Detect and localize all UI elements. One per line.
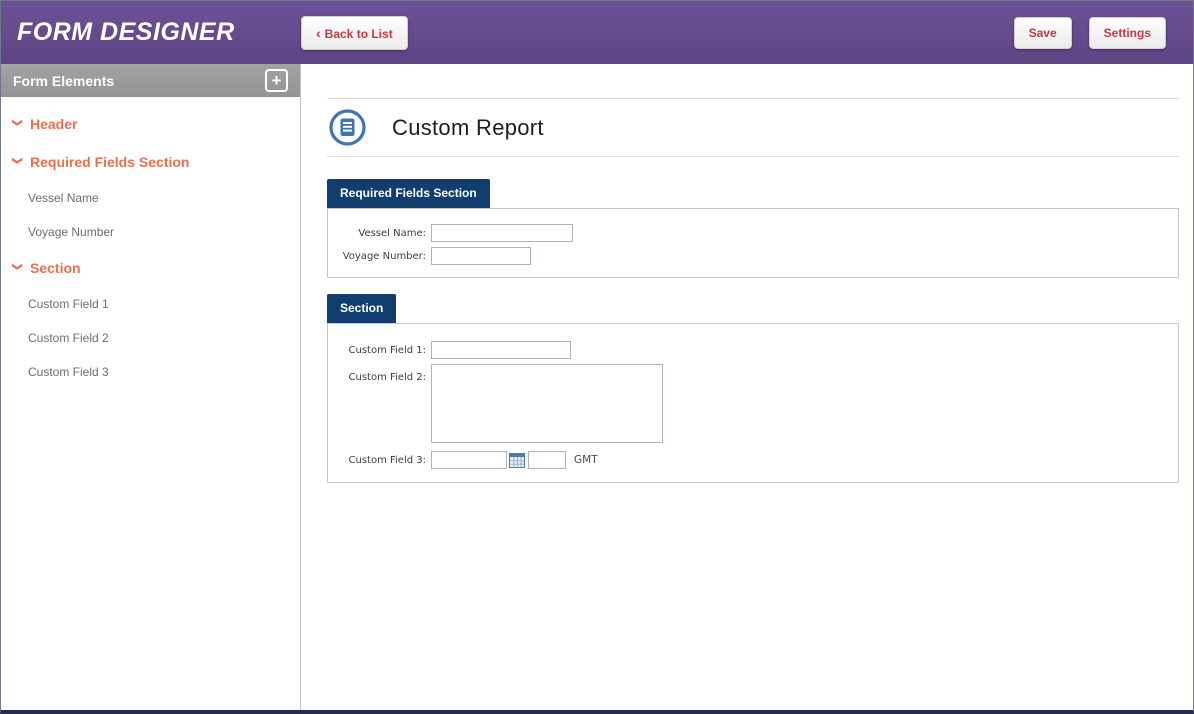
tree-item-custom-field-1[interactable]: Custom Field 1 <box>1 287 300 321</box>
app-window: FORM DESIGNER ‹ Back to List Save Setting… <box>0 0 1194 714</box>
save-button[interactable]: Save <box>1014 17 1072 49</box>
section-panel-required-fields: Vessel Name: Voyage Number: <box>327 208 1179 278</box>
chevron-down-icon: ❯ <box>12 118 23 130</box>
section-tab-required-fields[interactable]: Required Fields Section <box>327 179 490 208</box>
form-section-required-fields: Required Fields Section Vessel Name: Voy… <box>327 179 1179 278</box>
topbar: FORM DESIGNER ‹ Back to List Save Setting… <box>1 1 1193 64</box>
custom-field-1-label: Custom Field 1: <box>340 345 426 356</box>
vessel-name-input[interactable] <box>431 224 573 242</box>
custom-field-2-label: Custom Field 2: <box>340 364 426 383</box>
section-tab-custom[interactable]: Section <box>327 294 396 323</box>
custom-field-3-date-input[interactable] <box>431 451 507 469</box>
settings-button[interactable]: Settings <box>1089 17 1166 49</box>
tree-group-required-fields-section[interactable]: ❯ Required Fields Section <box>1 143 300 181</box>
custom-field-3-label: Custom Field 3: <box>340 455 426 466</box>
custom-field-2-textarea[interactable] <box>431 364 663 443</box>
field-row-custom-field-1: Custom Field 1: <box>340 341 1166 359</box>
tree-item-custom-field-2[interactable]: Custom Field 2 <box>1 321 300 355</box>
field-row-custom-field-2: Custom Field 2: <box>340 364 1166 443</box>
tree-item-custom-field-3[interactable]: Custom Field 3 <box>1 355 300 389</box>
plus-icon: + <box>272 71 282 90</box>
vessel-name-label: Vessel Name: <box>340 228 426 239</box>
tree-group-section[interactable]: ❯ Section <box>1 249 300 287</box>
section-panel-custom: Custom Field 1: Custom Field 2: Custom F… <box>327 323 1179 483</box>
report-header: Custom Report <box>327 98 1179 157</box>
custom-field-3-time-input[interactable] <box>528 451 566 469</box>
back-to-list-button[interactable]: ‹ Back to List <box>301 16 408 50</box>
voyage-number-input[interactable] <box>431 247 531 265</box>
tree-group-header[interactable]: ❯ Header <box>1 105 300 143</box>
content-area: Form Elements + ❯ Header ❯ Required Fiel… <box>1 64 1193 710</box>
tree-group-label: Required Fields Section <box>30 154 189 170</box>
chevron-down-icon: ❯ <box>12 156 23 168</box>
chevron-left-icon: ‹ <box>316 25 321 41</box>
sidebar: Form Elements + ❯ Header ❯ Required Fiel… <box>1 64 301 710</box>
topbar-actions: Save Settings <box>1014 17 1193 49</box>
timezone-suffix-label: GMT <box>574 454 598 466</box>
form-section-custom: Section Custom Field 1: Custom Field 2: … <box>327 294 1179 483</box>
tree-group-label: Section <box>30 260 81 276</box>
report-document-icon <box>329 109 366 146</box>
tree-item-vessel-name[interactable]: Vessel Name <box>1 181 300 215</box>
field-row-voyage-number: Voyage Number: <box>340 247 1166 265</box>
field-row-vessel-name: Vessel Name: <box>340 224 1166 242</box>
app-title: FORM DESIGNER <box>1 18 301 47</box>
custom-field-1-input[interactable] <box>431 341 571 359</box>
field-row-custom-field-3: Custom Field 3: <box>340 451 1166 469</box>
voyage-number-label: Voyage Number: <box>340 251 426 262</box>
calendar-icon[interactable] <box>509 453 525 468</box>
chevron-down-icon: ❯ <box>12 262 23 274</box>
back-to-list-label: Back to List <box>325 27 393 41</box>
sidebar-header: Form Elements + <box>1 64 300 97</box>
form-preview: Custom Report Required Fields Section Ve… <box>301 64 1193 710</box>
tree-group-label: Header <box>30 116 77 132</box>
sidebar-title: Form Elements <box>13 73 114 89</box>
element-tree: ❯ Header ❯ Required Fields Section Vesse… <box>1 97 300 389</box>
tree-item-voyage-number[interactable]: Voyage Number <box>1 215 300 249</box>
add-element-button[interactable]: + <box>265 69 288 92</box>
report-title: Custom Report <box>392 115 544 141</box>
